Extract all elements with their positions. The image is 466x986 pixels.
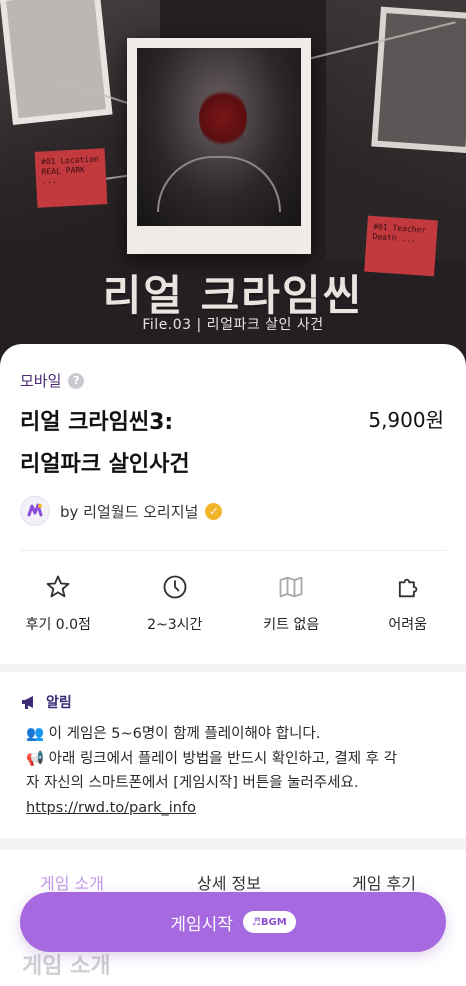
hero-subtitle-art: File.03 | 리얼파크 살인 사건 xyxy=(142,317,324,333)
game-title: 리얼 크라임씬3: 리얼파크 살인사건 xyxy=(20,402,190,486)
bgm-badge: ♬BGM xyxy=(242,911,296,933)
notice-line: 📢 아래 링크에서 플레이 방법을 반드시 확인하고, 결제 후 각 xyxy=(26,750,397,767)
game-title-line2: 리얼파크 살인사건 xyxy=(20,452,190,477)
info-link[interactable]: https://rwd.to/park_info xyxy=(26,796,446,821)
tab-reviews[interactable]: 게임 후기 xyxy=(352,870,416,894)
notice-heading-text: 알림 xyxy=(46,695,72,711)
verified-icon: ✓ xyxy=(205,502,223,520)
maker-name: by 리얼월드 오리지널 xyxy=(60,502,199,521)
map-icon xyxy=(276,572,306,602)
megaphone-icon xyxy=(20,694,38,710)
platform-row: 모바일 ? xyxy=(20,370,85,391)
start-game-label: 게임시작 xyxy=(170,914,233,935)
stat-kit: 키트 없음 xyxy=(233,572,350,634)
tab-details[interactable]: 상세 정보 xyxy=(197,870,261,894)
section-title: 게임 소개 xyxy=(22,954,111,979)
suspect-polaroid xyxy=(127,38,311,254)
maker-row[interactable]: by 리얼월드 오리지널 ✓ xyxy=(20,496,223,526)
help-icon[interactable]: ? xyxy=(68,372,85,389)
stats-row: 후기 0.0점 2~3시간 키트 없음 어려움 xyxy=(0,572,466,634)
roller-coaster xyxy=(157,156,281,212)
stat-label: 키트 없음 xyxy=(263,617,320,633)
blood-splatter xyxy=(199,88,247,148)
stat-duration: 2~3시간 xyxy=(117,572,234,634)
notice-body: 👥 이 게임은 5~6명이 함께 플레이해야 합니다. 📢 아래 링크에서 플레… xyxy=(26,722,446,820)
star-icon xyxy=(43,572,73,602)
price: 5,900원 xyxy=(368,408,444,432)
evidence-note-left: #01 Location REAL PARK ... xyxy=(34,148,108,208)
maker-logo-icon xyxy=(20,496,50,526)
hero-banner: #01 Location REAL PARK ... #01 Teacher D… xyxy=(0,0,466,370)
stat-label: 후기 0.0점 xyxy=(25,617,91,633)
stat-label: 2~3시간 xyxy=(147,617,203,633)
evidence-photo-left xyxy=(0,0,113,125)
notice-heading: 알림 xyxy=(20,692,72,712)
stat-rating[interactable]: 후기 0.0점 xyxy=(0,572,117,634)
divider xyxy=(20,550,446,551)
puzzle-icon xyxy=(393,572,423,602)
evidence-photo-right xyxy=(371,6,466,154)
stat-difficulty: 어려움 xyxy=(350,572,466,634)
platform-label: 모바일 xyxy=(20,372,62,390)
clock-icon xyxy=(160,572,190,602)
game-title-line1: 리얼 크라임씬3: xyxy=(20,410,174,435)
notice-section: 알림 👥 이 게임은 5~6명이 함께 플레이해야 합니다. 📢 아래 링크에서… xyxy=(0,672,466,838)
stat-label: 어려움 xyxy=(388,617,428,633)
notice-line: 👥 이 게임은 5~6명이 함께 플레이해야 합니다. xyxy=(26,726,321,742)
start-game-button[interactable]: 게임시작 ♬BGM xyxy=(20,892,446,952)
product-card: 모바일 ? 리얼 크라임씬3: 리얼파크 살인사건 5,900원 by 리얼월드… xyxy=(0,344,466,664)
notice-line: 자 자신의 스마트폰에서 [게임시작] 버튼을 눌러주세요. xyxy=(26,775,359,791)
suspect-photo xyxy=(137,48,301,226)
tab-game-intro[interactable]: 게임 소개 xyxy=(40,870,104,894)
